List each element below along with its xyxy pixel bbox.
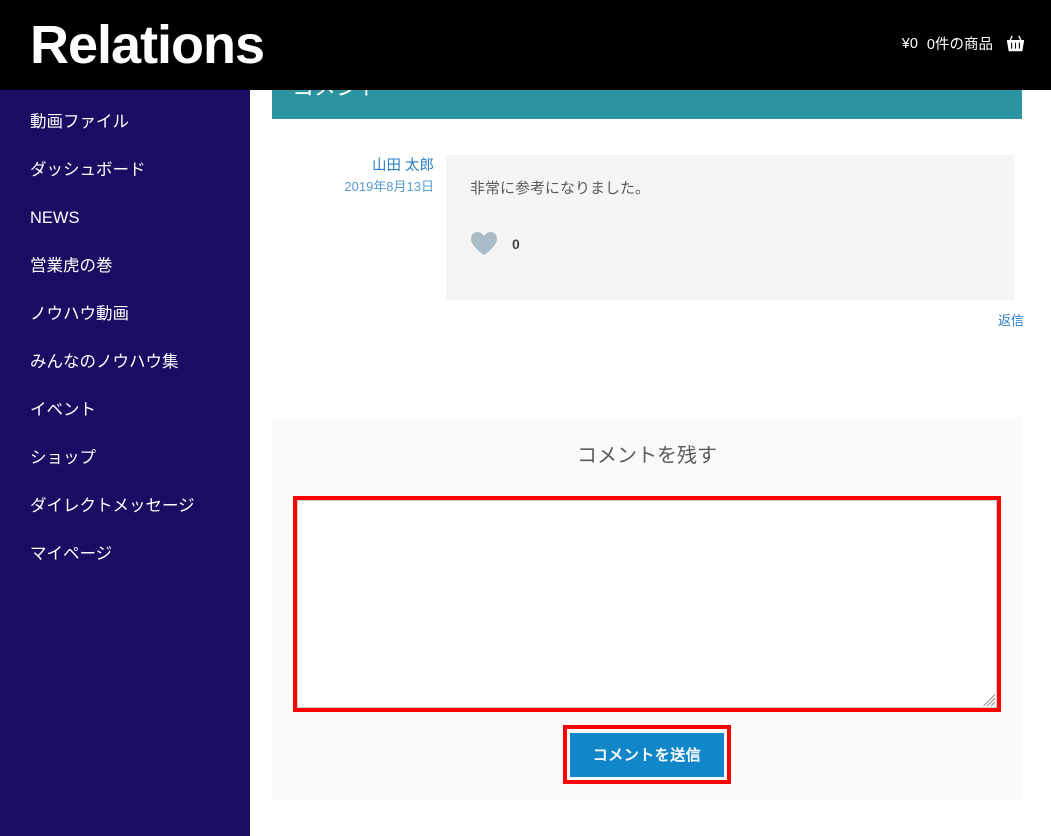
sidebar-item-video-files[interactable]: 動画ファイル — [0, 112, 250, 132]
sidebar-nav: 動画ファイル ダッシュボード NEWS 営業虎の巻 ノウハウ動画 みんなのノウハ… — [0, 90, 250, 836]
comments-section-title: コメント — [292, 90, 380, 103]
comment-form-title: コメントを残す — [577, 445, 717, 467]
heart-icon[interactable] — [470, 231, 498, 256]
like-count: 0 — [512, 235, 520, 252]
site-logo[interactable]: Relations — [30, 10, 265, 80]
comment-like-row[interactable]: 0 — [470, 231, 990, 256]
sidebar-item-my-page[interactable]: マイページ — [0, 544, 250, 564]
cart-item-count: 0件の商品 — [926, 37, 993, 53]
reply-link[interactable]: 返信 — [998, 310, 1024, 329]
sidebar-item-news[interactable]: NEWS — [0, 208, 250, 228]
submit-button-highlight: コメントを送信 — [563, 725, 731, 784]
main-content: コメント 山田 太郎 2019年8月13日 非常に参考になりました。 0 返信 … — [250, 90, 1051, 836]
sidebar-item-direct-message[interactable]: ダイレクトメッセージ — [0, 496, 250, 516]
sidebar-item-event[interactable]: イベント — [0, 400, 250, 420]
comments-section-header: コメント — [272, 90, 1022, 119]
comment-date: 2019年8月13日 — [344, 179, 434, 194]
cart-price: ¥0 — [901, 35, 918, 52]
cart-summary[interactable]: ¥0 0件の商品 — [902, 33, 1025, 54]
comment-text: 非常に参考になりました。 — [470, 180, 651, 197]
sidebar-item-dashboard[interactable]: ダッシュボード — [0, 160, 250, 180]
sidebar-item-sales-playbook[interactable]: 営業虎の巻 — [0, 256, 250, 276]
comment-input[interactable] — [297, 500, 997, 708]
sidebar-item-list: 動画ファイル ダッシュボード NEWS 営業虎の巻 ノウハウ動画 みんなのノウハ… — [0, 90, 250, 564]
sidebar-item-shop[interactable]: ショップ — [0, 448, 250, 468]
shopping-basket-icon[interactable] — [1006, 35, 1025, 52]
comment-meta: 山田 太郎 2019年8月13日 — [272, 155, 434, 197]
comment-body: 非常に参考になりました。 0 — [446, 155, 1014, 300]
submit-comment-button[interactable]: コメントを送信 — [570, 732, 724, 777]
comment-form-panel: コメントを残す コメントを送信 — [272, 417, 1022, 800]
comment-textarea-highlight — [293, 496, 1001, 712]
comment-author-link[interactable]: 山田 太郎 — [272, 155, 434, 177]
sidebar-item-knowhow-collection[interactable]: みんなのノウハウ集 — [0, 352, 250, 372]
sidebar-item-knowhow-video[interactable]: ノウハウ動画 — [0, 304, 250, 324]
site-header: Relations ¥0 0件の商品 — [0, 0, 1051, 90]
